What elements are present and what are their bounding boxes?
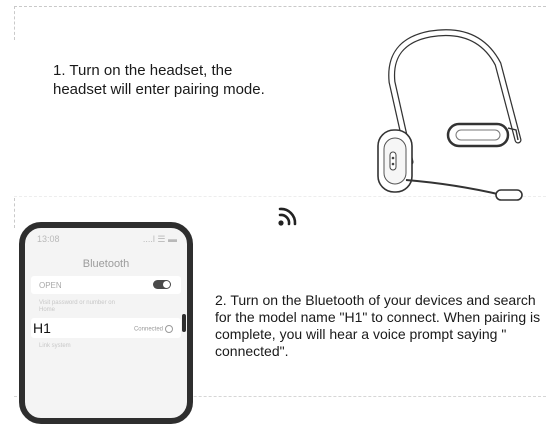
hint-text: Visit password or number on Home bbox=[39, 300, 115, 313]
phone-status-bar: 13:08 ....l ☰ ▬ bbox=[33, 234, 179, 246]
phone-signal-icon: ....l ☰ ▬ bbox=[142, 234, 177, 244]
phone-time: 13:08 bbox=[37, 234, 60, 244]
top-dashed-border bbox=[14, 6, 546, 7]
wireless-signal-icon bbox=[278, 207, 297, 226]
bluetooth-open-row[interactable]: OPEN bbox=[31, 276, 181, 294]
left-dashed-border-top bbox=[14, 6, 15, 40]
device-status: Connected bbox=[134, 325, 173, 333]
bluetooth-title: Bluetooth bbox=[82, 258, 130, 270]
other-row: Link system bbox=[31, 343, 181, 355]
phone-side-button bbox=[182, 314, 186, 332]
instruction-page: 1. Turn on the headset, the headset will… bbox=[0, 0, 546, 424]
info-icon[interactable] bbox=[165, 325, 173, 333]
left-dashed-border-mid bbox=[14, 198, 15, 228]
headset-illustration bbox=[377, 29, 523, 201]
device-name: H1 bbox=[33, 320, 51, 336]
device-status-label: Connected bbox=[133, 326, 163, 333]
toggle-knob bbox=[163, 281, 170, 288]
device-row-h1[interactable]: H1 Connected bbox=[31, 318, 181, 338]
open-label: OPEN bbox=[39, 281, 62, 290]
bluetooth-toggle[interactable] bbox=[153, 280, 171, 289]
bluetooth-hint-row: Visit password or number on Home bbox=[31, 298, 181, 316]
phone-mockup: 13:08 ....l ☰ ▬ Bluetooth OPEN Visit pas… bbox=[19, 222, 193, 424]
other-label: Link system bbox=[39, 343, 71, 349]
step-1-text: 1. Turn on the headset, the headset will… bbox=[53, 62, 265, 98]
step-2-text: 2. Turn on the Bluetooth of your devices… bbox=[215, 292, 541, 359]
